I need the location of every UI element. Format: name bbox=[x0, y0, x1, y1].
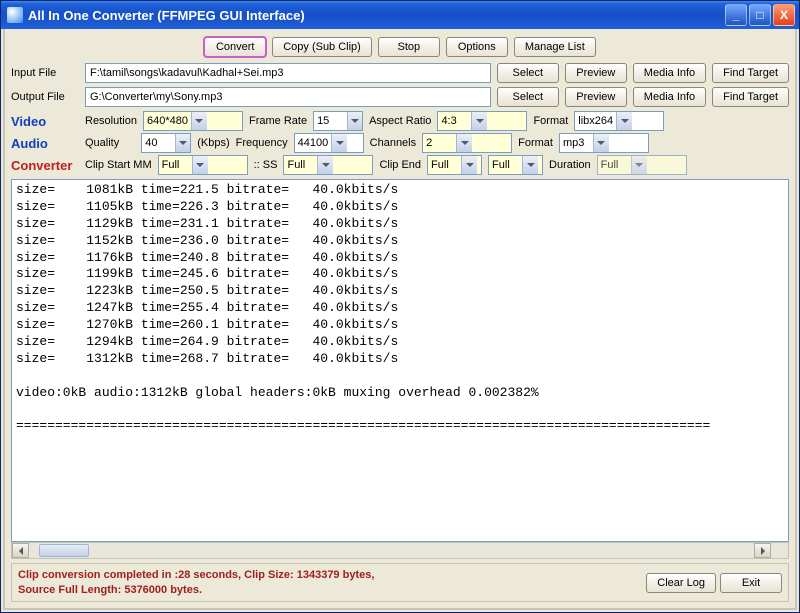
copy-subclip-button[interactable]: Copy (Sub Clip) bbox=[272, 37, 372, 57]
duration-label: Duration bbox=[549, 159, 591, 171]
chevron-down-icon bbox=[347, 112, 362, 130]
frequency-label: Frequency bbox=[236, 137, 288, 149]
close-button[interactable]: X bbox=[773, 4, 795, 26]
chevron-down-icon bbox=[461, 156, 477, 174]
window-title: All In One Converter (FFMPEG GUI Interfa… bbox=[28, 8, 725, 23]
client-area: Convert Copy (Sub Clip) Stop Options Man… bbox=[3, 29, 797, 610]
stop-button[interactable]: Stop bbox=[378, 37, 440, 57]
input-select-button[interactable]: Select bbox=[497, 63, 559, 83]
clipend-ss-combo[interactable]: Full bbox=[488, 155, 543, 175]
minimize-button[interactable]: _ bbox=[725, 4, 747, 26]
channels-combo[interactable]: 2 bbox=[422, 133, 512, 153]
titlebar[interactable]: All In One Converter (FFMPEG GUI Interfa… bbox=[1, 1, 799, 29]
clipstart-mm-combo[interactable]: Full bbox=[158, 155, 248, 175]
duration-combo[interactable]: Full bbox=[597, 155, 687, 175]
main-toolbar: Convert Copy (Sub Clip) Stop Options Man… bbox=[11, 33, 789, 63]
output-mediainfo-button[interactable]: Media Info bbox=[633, 87, 706, 107]
output-select-button[interactable]: Select bbox=[497, 87, 559, 107]
video-format-combo[interactable]: libx264 bbox=[574, 111, 664, 131]
chevron-down-icon bbox=[175, 134, 190, 152]
input-file-field[interactable] bbox=[85, 63, 491, 83]
chevron-down-icon bbox=[631, 156, 647, 174]
clipend-label: Clip End bbox=[379, 159, 421, 171]
log-output[interactable]: size= 1081kB time=221.5 bitrate= 40.0kbi… bbox=[11, 179, 789, 542]
exit-button[interactable]: Exit bbox=[720, 573, 782, 593]
app-window: All In One Converter (FFMPEG GUI Interfa… bbox=[0, 0, 800, 613]
resolution-label: Resolution bbox=[85, 115, 137, 127]
channels-label: Channels bbox=[370, 137, 416, 149]
audio-format-combo[interactable]: mp3 bbox=[559, 133, 649, 153]
status-footer: Clip conversion completed in :28 seconds… bbox=[11, 563, 789, 602]
chevron-down-icon bbox=[522, 156, 538, 174]
scroll-left-button[interactable] bbox=[12, 543, 29, 558]
clear-log-button[interactable]: Clear Log bbox=[646, 573, 716, 593]
app-icon bbox=[7, 7, 23, 23]
input-preview-button[interactable]: Preview bbox=[565, 63, 627, 83]
aspect-combo[interactable]: 4:3 bbox=[437, 111, 527, 131]
chevron-down-icon bbox=[593, 134, 609, 152]
manage-list-button[interactable]: Manage List bbox=[514, 37, 596, 57]
resolution-combo[interactable]: 640*480 bbox=[143, 111, 243, 131]
video-heading: Video bbox=[11, 114, 79, 129]
input-file-label: Input File bbox=[11, 67, 79, 79]
output-file-field[interactable] bbox=[85, 87, 491, 107]
converter-heading: Converter bbox=[11, 158, 79, 173]
output-file-label: Output File bbox=[11, 91, 79, 103]
output-findtarget-button[interactable]: Find Target bbox=[712, 87, 789, 107]
aspect-label: Aspect Ratio bbox=[369, 115, 431, 127]
framerate-label: Frame Rate bbox=[249, 115, 307, 127]
quality-units: (Kbps) bbox=[197, 137, 229, 149]
chevron-down-icon bbox=[331, 134, 347, 152]
video-format-label: Format bbox=[533, 115, 568, 127]
ss-label: :: SS bbox=[254, 159, 278, 171]
options-button[interactable]: Options bbox=[446, 37, 508, 57]
chevron-down-icon bbox=[317, 156, 333, 174]
quality-label: Quality bbox=[85, 137, 119, 149]
scroll-thumb[interactable] bbox=[39, 544, 89, 557]
status-text: Clip conversion completed in :28 seconds… bbox=[18, 568, 638, 597]
chevron-down-icon bbox=[191, 112, 207, 130]
clipstart-label: Clip Start MM bbox=[85, 159, 152, 171]
scroll-track[interactable] bbox=[29, 543, 754, 558]
chevron-down-icon bbox=[192, 156, 208, 174]
chevron-down-icon bbox=[456, 134, 472, 152]
input-mediainfo-button[interactable]: Media Info bbox=[633, 63, 706, 83]
clipend-mm-combo[interactable]: Full bbox=[427, 155, 482, 175]
framerate-combo[interactable]: 15 bbox=[313, 111, 363, 131]
chevron-down-icon bbox=[616, 112, 632, 130]
chevron-down-icon bbox=[471, 112, 487, 130]
clipstart-ss-combo[interactable]: Full bbox=[283, 155, 373, 175]
log-hscrollbar[interactable] bbox=[11, 542, 789, 559]
audio-format-label: Format bbox=[518, 137, 553, 149]
quality-combo[interactable]: 40 bbox=[141, 133, 191, 153]
scroll-right-button[interactable] bbox=[754, 543, 771, 558]
audio-heading: Audio bbox=[11, 136, 79, 151]
frequency-combo[interactable]: 44100 bbox=[294, 133, 364, 153]
maximize-button[interactable]: □ bbox=[749, 4, 771, 26]
output-preview-button[interactable]: Preview bbox=[565, 87, 627, 107]
input-findtarget-button[interactable]: Find Target bbox=[712, 63, 789, 83]
convert-button[interactable]: Convert bbox=[204, 37, 266, 57]
